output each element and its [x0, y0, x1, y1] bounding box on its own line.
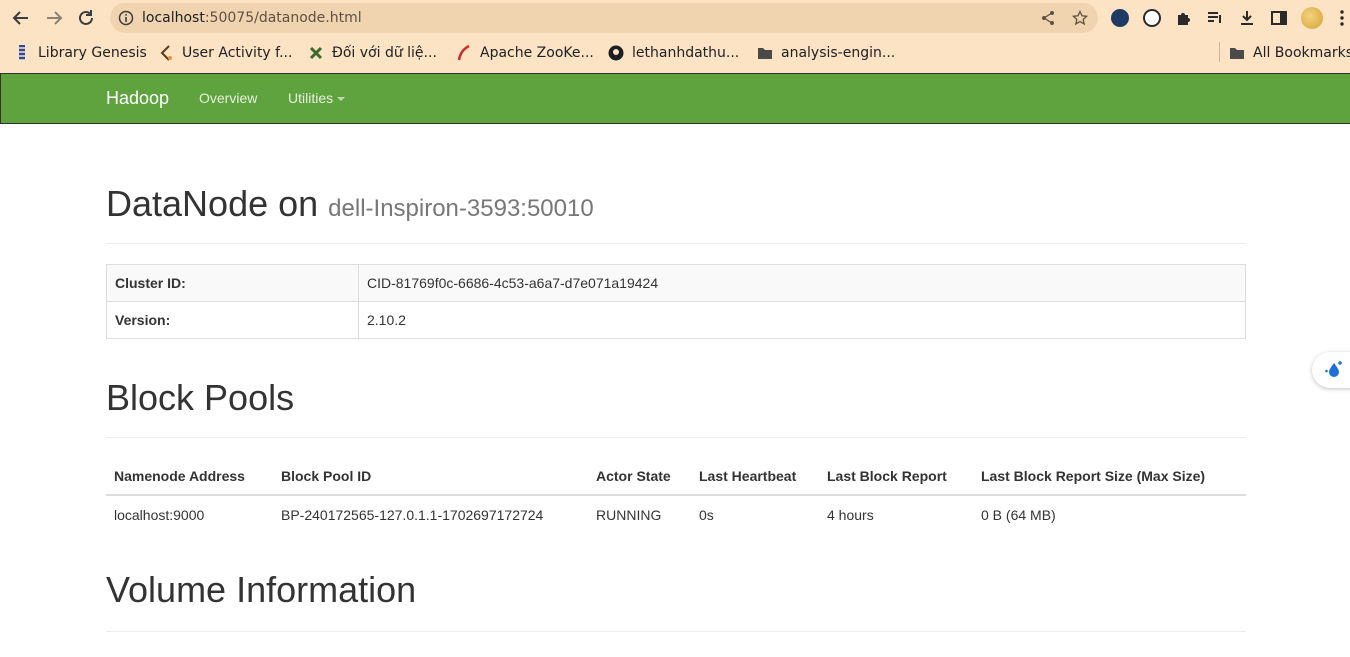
avatar — [1301, 7, 1323, 29]
forward-button[interactable] — [42, 6, 66, 30]
bookmarks-bar: Library Genesis User Activity f... Đối v… — [0, 38, 1350, 68]
version-label: Version: — [106, 301, 359, 339]
puzzle-icon — [308, 45, 324, 61]
password-manager-button[interactable] — [1142, 8, 1162, 28]
column-header[interactable]: Block Pool ID — [273, 457, 588, 496]
more-vertical-icon — [1340, 10, 1344, 26]
bookmark-github[interactable]: lethanhdathu... — [608, 44, 739, 62]
bookmarks-divider — [1219, 42, 1220, 62]
water-drop-icon — [1325, 361, 1342, 377]
extension-button[interactable] — [1110, 8, 1130, 28]
cluster-id-label: Cluster ID: — [106, 264, 359, 302]
github-icon — [608, 45, 624, 61]
arrow-left-icon — [12, 11, 28, 25]
nav-overview[interactable]: Overview — [199, 90, 257, 106]
playlist-icon — [1208, 12, 1221, 23]
address-bar[interactable]: localhost:50075/datanode.html — [110, 3, 1098, 33]
share-icon[interactable] — [1040, 10, 1056, 26]
star-icon[interactable] — [1072, 10, 1088, 26]
actor-state: RUNNING — [596, 506, 662, 523]
version-value: 2.10.2 — [358, 301, 1246, 339]
volume-information-header: Volume Information — [106, 570, 1246, 632]
bookmark-apache-zookeeper[interactable]: Apache ZooKe... — [456, 44, 594, 62]
bookmark-doi-voi-du-lieu[interactable]: Đối với dữ liệ... — [308, 44, 437, 62]
volume-information-title: Volume Information — [106, 569, 417, 610]
downloads-button[interactable] — [1237, 8, 1257, 28]
side-panel-icon — [1271, 11, 1287, 25]
page-title: DataNode on dell-Inspiron-3593:50010 — [106, 183, 594, 224]
hadoop-navbar: Hadoop Overview Utilities — [0, 73, 1350, 124]
browser-toolbar: localhost:50075/datanode.html — [0, 0, 1350, 36]
namenode-address: localhost:9000 — [114, 506, 205, 523]
bookmark-user-activity[interactable]: User Activity f... — [158, 44, 292, 62]
libgen-icon — [14, 45, 30, 61]
page-header: DataNode on dell-Inspiron-3593:50010 — [106, 184, 1246, 244]
table-row: Cluster ID: CID-81769f0c-6686-4c53-a6a7-… — [106, 264, 1246, 302]
folder-icon — [1229, 45, 1245, 61]
url-text[interactable]: localhost:50075/datanode.html — [142, 10, 362, 26]
block-pools-title: Block Pools — [106, 377, 295, 418]
caret-down-icon — [337, 97, 346, 102]
datanode-info-table: Cluster ID: CID-81769f0c-6686-4c53-a6a7-… — [106, 264, 1246, 339]
nav-utilities[interactable]: Utilities — [288, 90, 346, 106]
extension-icon — [1111, 9, 1129, 27]
activity-icon — [158, 45, 174, 61]
block-pools-header: Block Pools — [106, 378, 1246, 438]
extensions-menu-button[interactable] — [1174, 8, 1194, 28]
site-info-icon[interactable] — [118, 10, 134, 26]
profile-button[interactable] — [1300, 7, 1324, 29]
reload-icon — [79, 10, 93, 25]
puzzle-piece-icon — [1178, 13, 1190, 25]
last-block-report-size: 0 B (64 MB) — [981, 506, 1056, 523]
column-header[interactable]: Namenode Address — [106, 457, 273, 496]
all-bookmarks-button[interactable]: All Bookmarks — [1229, 44, 1350, 62]
cluster-id-value: CID-81769f0c-6686-4c53-a6a7-d7e071a19424 — [358, 264, 1246, 302]
feather-icon — [456, 45, 472, 61]
side-panel-button[interactable] — [1269, 8, 1289, 28]
datanode-host: dell-Inspiron-3593:50010 — [328, 195, 594, 222]
key-icon — [1143, 9, 1161, 27]
back-button[interactable] — [9, 6, 33, 30]
column-header[interactable]: Last Block Report Size (Max Size) — [973, 457, 1246, 496]
reading-list-button[interactable] — [1205, 8, 1225, 28]
column-header[interactable]: Last Heartbeat — [691, 457, 819, 496]
table-row: localhost:9000 BP-240172565-127.0.1.1-17… — [106, 495, 1246, 533]
last-block-report: 4 hours — [827, 506, 874, 523]
folder-icon — [757, 45, 773, 61]
browser-menu-button[interactable] — [1336, 8, 1348, 28]
table-row: Version: 2.10.2 — [106, 301, 1246, 339]
last-heartbeat: 0s — [699, 506, 714, 523]
bookmark-analysis-engine[interactable]: analysis-engin... — [757, 44, 895, 62]
block-pool-id: BP-240172565-127.0.1.1-1702697172724 — [281, 506, 544, 523]
block-pools-table: Namenode Address Block Pool ID Actor Sta… — [106, 457, 1246, 533]
column-header[interactable]: Last Block Report — [819, 457, 973, 496]
download-icon — [1241, 11, 1253, 25]
brand-link[interactable]: Hadoop — [106, 88, 169, 109]
browser-chrome: localhost:50075/datanode.html Library Ge… — [0, 0, 1350, 73]
floating-extension-button[interactable] — [1312, 352, 1350, 388]
arrow-right-icon — [47, 11, 63, 25]
table-header-row: Namenode Address Block Pool ID Actor Sta… — [106, 457, 1246, 496]
column-header[interactable]: Actor State — [588, 457, 691, 496]
bookmark-library-genesis[interactable]: Library Genesis — [14, 44, 147, 62]
reload-button[interactable] — [74, 6, 98, 30]
